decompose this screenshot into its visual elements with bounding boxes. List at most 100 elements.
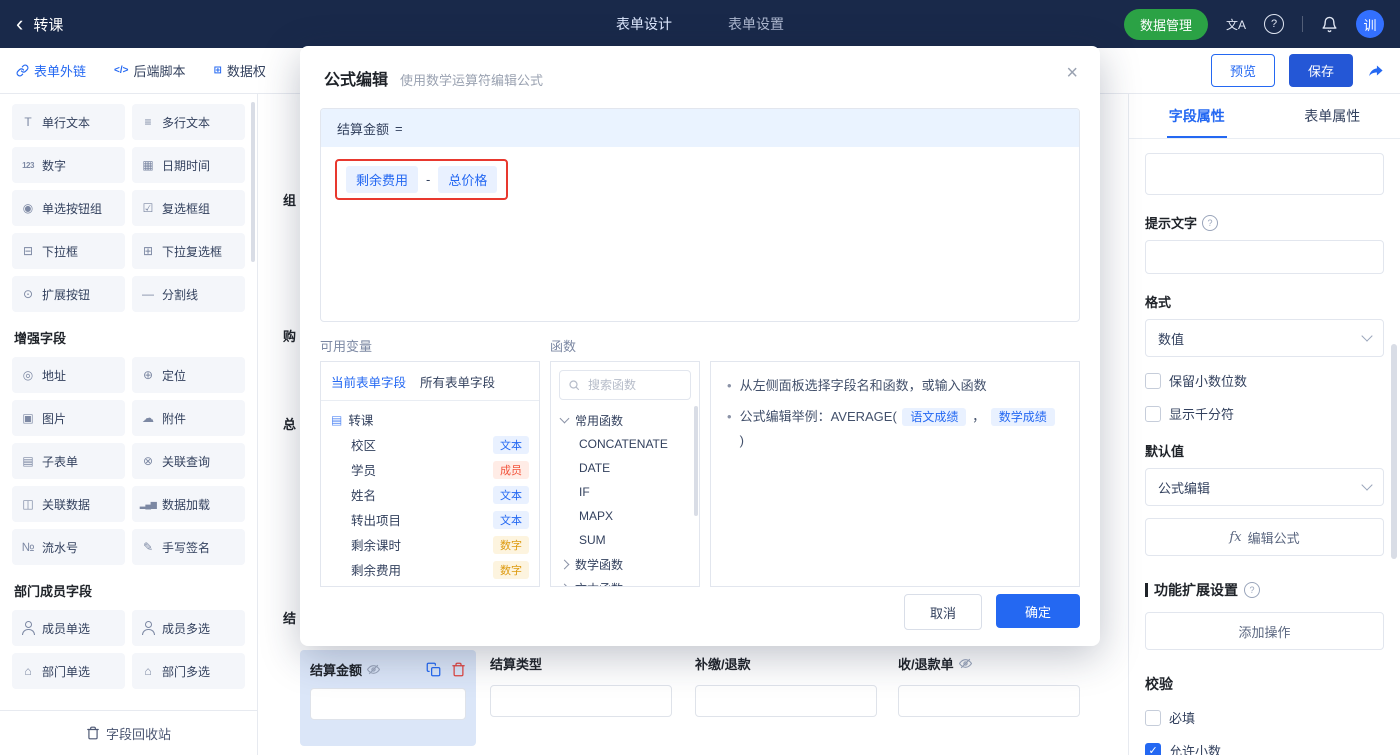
sidebar-item-address[interactable]: ◎地址	[12, 357, 125, 393]
sidebar-item-extend-button[interactable]: ⊙扩展按钮	[12, 276, 125, 312]
canvas-field-input[interactable]	[898, 685, 1080, 717]
save-button[interactable]: 保存	[1289, 54, 1353, 87]
properties-scrollbar[interactable]	[1391, 344, 1397, 559]
toolbar-item-data-permission[interactable]: ⊞ 数据权	[214, 61, 266, 80]
function-group-common[interactable]: 常用函数	[551, 408, 699, 432]
functions-scrollbar[interactable]	[694, 406, 698, 516]
chevron-down-icon	[560, 414, 570, 424]
sidebar-item-attachment[interactable]: ☁附件	[132, 400, 245, 436]
sidebar-item-divider[interactable]: —分割线	[132, 276, 245, 312]
variable-row[interactable]: 剩余课时数字	[331, 532, 529, 557]
function-item[interactable]: SUM	[551, 528, 699, 552]
variable-name: 姓名	[351, 485, 376, 504]
function-search-box[interactable]	[559, 370, 691, 400]
sidebar-item-data-load[interactable]: ▂▄▆数据加载	[132, 486, 245, 522]
checkbox-icon-checked[interactable]	[1145, 743, 1161, 755]
function-item[interactable]: DATE	[551, 456, 699, 480]
sidebar-item-member-single[interactable]: 成员单选	[12, 610, 125, 646]
checkbox-thousands[interactable]: 显示千分符	[1145, 404, 1384, 423]
toolbar-item-backend-script[interactable]: </> 后端脚本	[114, 61, 185, 80]
canvas-field-input[interactable]	[695, 685, 877, 717]
checkbox-icon[interactable]	[1145, 373, 1161, 389]
enhanced-field-group: ◎地址 ⊕定位 ▣图片 ☁附件 ▤子表单 ⊗关联查询 ◫关联数据 ▂▄▆数据加载…	[12, 357, 245, 565]
sidebar-item-multi-select[interactable]: ⊞下拉复选框	[132, 233, 245, 269]
sidebar-item-single-line-text[interactable]: T单行文本	[12, 104, 125, 140]
canvas-field-settle-type[interactable]: 结算类型	[490, 654, 672, 717]
canvas-field-receipt[interactable]: 收/退款单	[898, 654, 1080, 717]
question-icon[interactable]: ?	[1202, 215, 1218, 231]
variable-name: 剩余课时	[351, 535, 401, 554]
sidebar-item-subform[interactable]: ▤子表单	[12, 443, 125, 479]
add-action-button[interactable]: 添加操作	[1145, 612, 1384, 650]
tab-all-form-fields[interactable]: 所有表单字段	[420, 372, 495, 391]
help-icon[interactable]: ?	[1264, 14, 1284, 34]
function-group-math[interactable]: 数学函数	[551, 552, 699, 576]
tab-form-settings[interactable]: 表单设置	[728, 14, 784, 34]
sidebar-scrollbar[interactable]	[251, 102, 255, 262]
function-search-input[interactable]	[586, 377, 682, 393]
sidebar-item-linked-query[interactable]: ⊗关联查询	[132, 443, 245, 479]
function-item[interactable]: CONCATENATE	[551, 432, 699, 456]
sidebar-item-location[interactable]: ⊕定位	[132, 357, 245, 393]
question-icon[interactable]: ?	[1244, 582, 1260, 598]
copy-field-icon[interactable]	[426, 662, 441, 677]
sidebar-item-linked-data[interactable]: ◫关联数据	[12, 486, 125, 522]
back-icon[interactable]: ‹	[16, 13, 23, 35]
translate-icon[interactable]: 文A	[1226, 16, 1246, 33]
confirm-button[interactable]: 确定	[996, 594, 1080, 628]
function-item[interactable]: MAPX	[551, 504, 699, 528]
field-title-input[interactable]	[1145, 153, 1384, 195]
sidebar-item-radio-group[interactable]: ◉单选按钮组	[12, 190, 125, 226]
function-item[interactable]: IF	[551, 480, 699, 504]
share-icon[interactable]	[1367, 62, 1384, 79]
sidebar-item-dept-multi[interactable]: ⌂部门多选	[132, 653, 245, 689]
cancel-button[interactable]: 取消	[904, 594, 982, 630]
variable-row[interactable]: 学员成员	[331, 457, 529, 482]
sidebar-item-number[interactable]: 123数字	[12, 147, 125, 183]
formula-input-area[interactable]: 剩余费用 - 总价格	[321, 147, 1079, 321]
tab-form-properties[interactable]: 表单属性	[1265, 94, 1400, 138]
tab-form-design[interactable]: 表单设计	[616, 14, 672, 34]
preview-button[interactable]: 预览	[1211, 54, 1275, 87]
sidebar-item-serial-number[interactable]: №流水号	[12, 529, 125, 565]
checkbox-required[interactable]: 必填	[1145, 708, 1384, 727]
checkbox-keep-decimals[interactable]: 保留小数位数	[1145, 371, 1384, 390]
toolbar-item-external-link[interactable]: 表单外链	[16, 61, 86, 80]
sidebar-item-select[interactable]: ⊟下拉框	[12, 233, 125, 269]
formula-field-chip[interactable]: 总价格	[438, 166, 497, 193]
variable-row[interactable]: 姓名文本	[331, 482, 529, 507]
canvas-field-input[interactable]	[490, 685, 672, 717]
toolbar-item-label: 表单外链	[34, 61, 86, 80]
sidebar-item-member-multi[interactable]: 成员多选	[132, 610, 245, 646]
tab-current-form-fields[interactable]: 当前表单字段	[331, 372, 406, 391]
edit-formula-button[interactable]: fx 编辑公式	[1145, 518, 1384, 556]
sidebar-item-dept-single[interactable]: ⌂部门单选	[12, 653, 125, 689]
hint-text-input[interactable]	[1145, 240, 1384, 274]
formula-field-chip[interactable]: 剩余费用	[346, 166, 418, 193]
dept-multi-icon: ⌂	[140, 664, 156, 678]
sidebar-item-image[interactable]: ▣图片	[12, 400, 125, 436]
variable-row[interactable]: 转出项目文本	[331, 507, 529, 532]
sidebar-item-datetime[interactable]: ▦日期时间	[132, 147, 245, 183]
bell-icon[interactable]	[1321, 16, 1338, 33]
checkbox-icon[interactable]	[1145, 710, 1161, 726]
delete-field-icon[interactable]	[451, 662, 466, 677]
form-node[interactable]: ▤ 转课	[331, 407, 529, 432]
type-tag: 文本	[493, 511, 529, 529]
field-recycle-bin[interactable]: 字段回收站	[0, 710, 257, 755]
tab-field-properties[interactable]: 字段属性	[1129, 94, 1265, 138]
sidebar-item-checkbox-group[interactable]: ☑复选框组	[132, 190, 245, 226]
sidebar-item-multi-line-text[interactable]: ≡多行文本	[132, 104, 245, 140]
default-value-select[interactable]: 公式编辑	[1145, 468, 1384, 506]
format-select[interactable]: 数值	[1145, 319, 1384, 357]
selected-field-input[interactable]	[310, 688, 466, 720]
data-manage-button[interactable]: 数据管理	[1124, 9, 1208, 40]
sidebar-item-signature[interactable]: ✎手写签名	[132, 529, 245, 565]
canvas-field-refund[interactable]: 补缴/退款	[695, 654, 877, 717]
avatar[interactable]: 训	[1356, 10, 1384, 38]
checkbox-allow-decimal[interactable]: 允许小数	[1145, 741, 1384, 755]
selected-field-card[interactable]: 结算金额	[300, 650, 476, 746]
variable-row[interactable]: 校区文本	[331, 432, 529, 457]
close-icon[interactable]: ×	[1066, 62, 1078, 85]
checkbox-icon[interactable]	[1145, 406, 1161, 422]
